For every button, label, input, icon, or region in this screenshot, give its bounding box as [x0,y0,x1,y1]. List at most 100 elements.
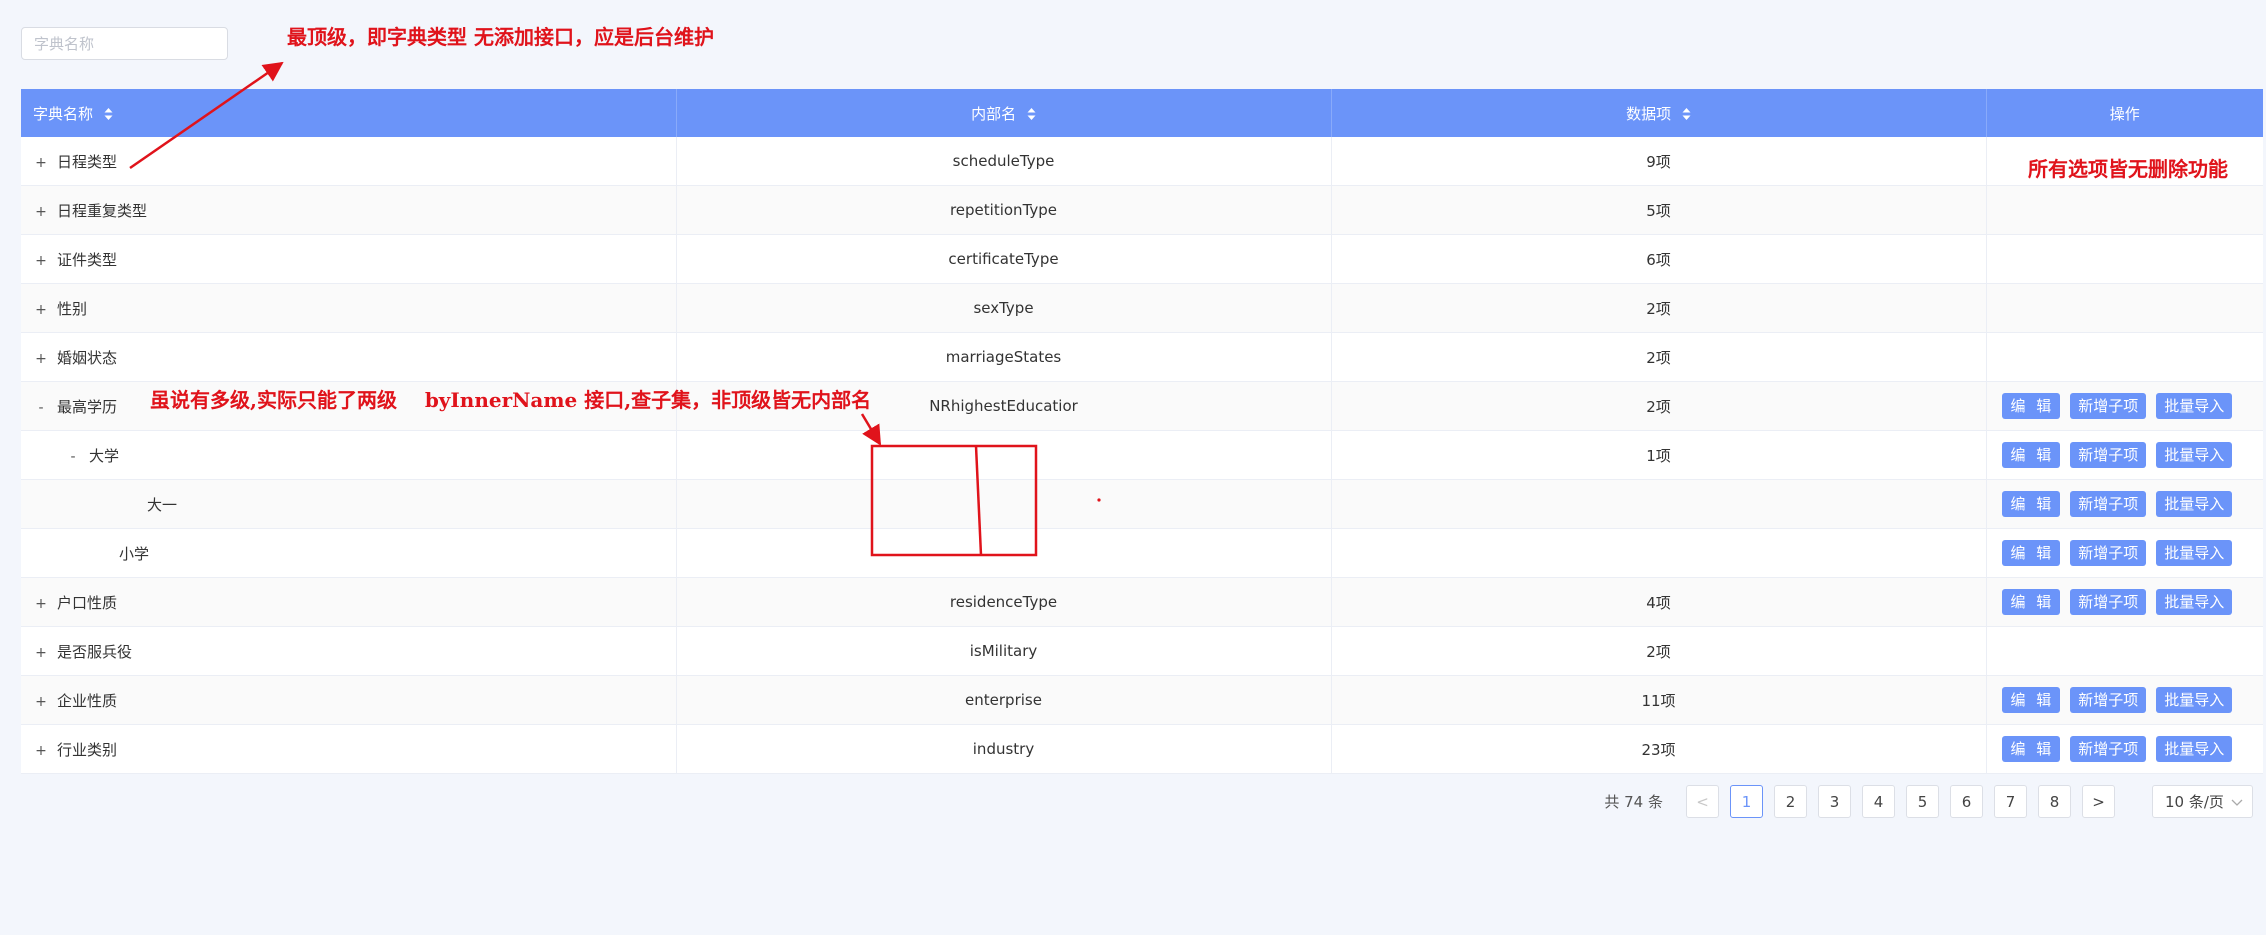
prev-page-button[interactable]: < [1686,785,1719,818]
dictionary-name: 户口性质 [57,593,118,612]
cell-item-count: 23项 [1331,724,1987,774]
edit-button[interactable]: 编 辑 [2001,491,2061,517]
expand-toggle[interactable]: + [31,645,51,661]
batch-import-button[interactable]: 批量导入 [2156,491,2233,517]
add-child-button[interactable]: 新增子项 [2070,491,2147,517]
add-child-button[interactable]: 新增子项 [2070,442,2147,468]
page-button-4[interactable]: 4 [1862,785,1895,818]
dictionary-table: 字典名称 内部名 数据项 操作 + 日程类型 scheduleType 9项 + 日程重复… [21,89,2263,774]
table-row: + 户口性质 residenceType 4项编 辑新增子项 批量导入 [21,577,2263,627]
expand-toggle[interactable]: + [31,743,51,759]
expand-toggle[interactable]: + [31,204,51,220]
sort-icon[interactable] [104,107,113,121]
cell-inner-name: industry [676,724,1332,774]
pagination-total: 共 74 条 [1604,793,1663,811]
page-button-8[interactable]: 8 [2038,785,2071,818]
cell-actions: 编 辑新增子项 批量导入 [1986,430,2263,480]
sort-icon[interactable] [1682,107,1691,121]
add-child-button[interactable]: 新增子项 [2070,687,2147,713]
cell-item-count: 2项 [1331,332,1987,382]
cell-inner-name: sexType [676,283,1332,333]
pagination: 共 74 条 < 1 2 3 4 5 6 7 8 > 10 条/页 [1604,784,2253,819]
edit-button[interactable]: 编 辑 [2001,687,2061,713]
expand-toggle[interactable]: + [31,302,51,318]
cell-dictionary-name: 小学 [21,528,677,578]
edit-button[interactable]: 编 辑 [2001,393,2061,419]
page-size-select[interactable]: 10 条/页 [2152,785,2253,818]
column-header-inner-name[interactable]: 内部名 [676,89,1332,137]
cell-actions: 编 辑新增子项 批量导入 [1986,577,2263,627]
table-row: + 证件类型 certificateType 6项 [21,234,2263,284]
column-header-item-count[interactable]: 数据项 [1331,89,1987,137]
edit-button[interactable]: 编 辑 [2001,736,2061,762]
cell-actions [1986,626,2263,676]
table-row: + 日程重复类型 repetitionType 5项 [21,185,2263,235]
expand-toggle[interactable]: - [31,400,51,416]
expand-toggle[interactable]: + [31,351,51,367]
page-button-7[interactable]: 7 [1994,785,2027,818]
cell-actions [1986,332,2263,382]
cell-dictionary-name: 大一 [21,479,677,529]
add-child-button[interactable]: 新增子项 [2070,393,2147,419]
add-child-button[interactable]: 新增子项 [2070,540,2147,566]
cell-item-count: 2项 [1331,626,1987,676]
next-page-button[interactable]: > [2082,785,2115,818]
dictionary-name: 小学 [119,544,150,563]
page-button-1[interactable]: 1 [1730,785,1763,818]
table-row: + 性别 sexType 2项 [21,283,2263,333]
table-row: + 行业类别 industry 23项编 辑新增子项 批量导入 [21,724,2263,774]
dictionary-name: 大一 [147,495,178,514]
dictionary-name: 性别 [57,299,88,318]
page-button-3[interactable]: 3 [1818,785,1851,818]
edit-button[interactable]: 编 辑 [2001,540,2061,566]
dictionary-name: 日程重复类型 [57,201,148,220]
column-header-name[interactable]: 字典名称 [21,89,677,137]
expand-toggle[interactable]: + [31,253,51,269]
cell-item-count: 2项 [1331,283,1987,333]
batch-import-button[interactable]: 批量导入 [2156,540,2233,566]
cell-inner-name: certificateType [676,234,1332,284]
batch-import-button[interactable]: 批量导入 [2156,393,2233,419]
dictionary-name: 证件类型 [57,250,118,269]
annotation-no-delete: 所有选项皆无删除功能 [2028,157,2228,181]
expand-toggle[interactable]: + [31,596,51,612]
expand-toggle[interactable]: + [31,155,51,171]
edit-button[interactable]: 编 辑 [2001,589,2061,615]
batch-import-button[interactable]: 批量导入 [2156,687,2233,713]
dictionary-name: 最高学历 [57,397,118,416]
chevron-down-icon [2231,793,2243,811]
column-header-label: 数据项 [1626,104,1672,123]
dictionary-name: 是否服兵役 [57,642,133,661]
cell-dictionary-name: + 行业类别 [21,724,677,774]
page-button-2[interactable]: 2 [1774,785,1807,818]
cell-dictionary-name: + 日程类型 [21,137,677,186]
table-row: + 企业性质 enterprise 11项编 辑新增子项 批量导入 [21,675,2263,725]
column-header-label: 操作 [2109,104,2140,123]
expand-toggle[interactable]: - [63,449,83,465]
cell-item-count: 9项 [1331,137,1987,186]
expand-toggle[interactable]: + [31,694,51,710]
cell-item-count: 1项 [1331,430,1987,480]
page-button-6[interactable]: 6 [1950,785,1983,818]
table-header-row: 字典名称 内部名 数据项 操作 [21,89,2263,137]
cell-actions [1986,185,2263,235]
sort-icon[interactable] [1027,107,1036,121]
cell-actions: 编 辑新增子项 批量导入 [1986,528,2263,578]
page-button-5[interactable]: 5 [1906,785,1939,818]
cell-inner-name: repetitionType [676,185,1332,235]
add-child-button[interactable]: 新增子项 [2070,736,2147,762]
batch-import-button[interactable]: 批量导入 [2156,736,2233,762]
dictionary-name-search-input[interactable] [21,27,228,60]
batch-import-button[interactable]: 批量导入 [2156,589,2233,615]
table-row: - 大学 1项编 辑新增子项 批量导入 [21,430,2263,480]
cell-actions: 编 辑新增子项 批量导入 [1986,675,2263,725]
cell-dictionary-name: + 婚姻状态 [21,332,677,382]
cell-dictionary-name: + 证件类型 [21,234,677,284]
cell-dictionary-name: + 日程重复类型 [21,185,677,235]
edit-button[interactable]: 编 辑 [2001,442,2061,468]
cell-item-count: 4项 [1331,577,1987,627]
cell-dictionary-name: + 性别 [21,283,677,333]
cell-inner-name: marriageStates [676,332,1332,382]
batch-import-button[interactable]: 批量导入 [2156,442,2233,468]
add-child-button[interactable]: 新增子项 [2070,589,2147,615]
